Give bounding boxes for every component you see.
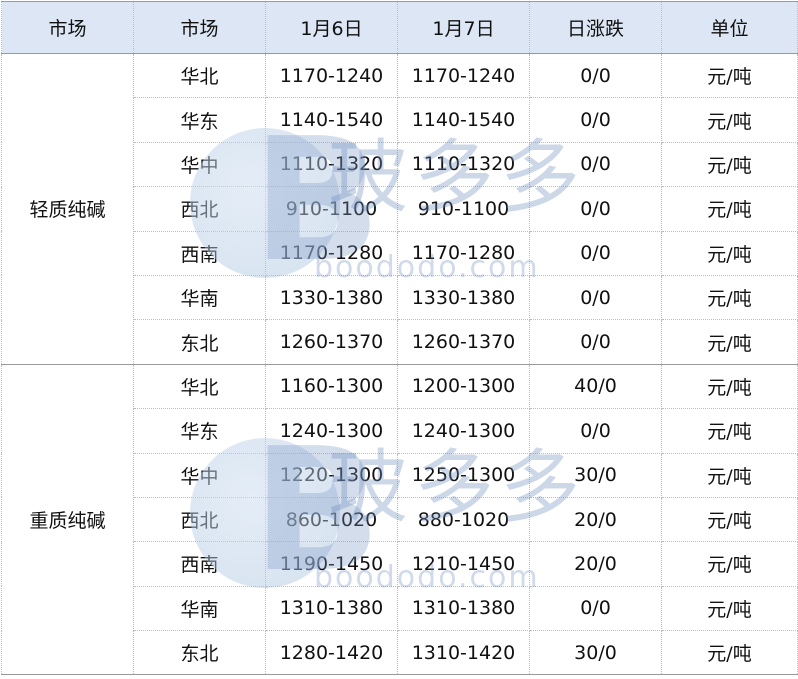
price-jan6-cell: 1260-1370 — [265, 319, 398, 365]
price-jan7-cell: 1250-1300 — [397, 452, 530, 498]
price-jan7-cell: 1310-1420 — [397, 630, 530, 676]
price-jan7-cell: 1110-1320 — [397, 141, 530, 188]
price-table: 市场 市场 1月6日 1月7日 日涨跌 单位 轻质纯碱 华北 1170-1240… — [1, 1, 798, 676]
price-jan6-cell: 1110-1320 — [265, 141, 398, 188]
price-jan6-cell: 860-1020 — [265, 496, 398, 543]
unit-cell: 元/吨 — [661, 230, 798, 276]
unit-cell: 元/吨 — [661, 97, 798, 143]
region-cell: 西南 — [133, 541, 266, 587]
region-cell: 西北 — [133, 496, 266, 543]
price-jan6-cell: 1140-1540 — [265, 97, 398, 143]
header-market-region: 市场 — [133, 1, 266, 54]
unit-cell: 元/吨 — [661, 585, 798, 632]
region-cell: 东北 — [133, 319, 266, 365]
region-cell: 华中 — [133, 141, 266, 188]
unit-cell: 元/吨 — [661, 52, 798, 99]
price-jan7-cell: 1170-1280 — [397, 230, 530, 276]
price-jan7-cell: 880-1020 — [397, 496, 530, 543]
unit-cell: 元/吨 — [661, 630, 798, 676]
price-jan7-cell: 910-1100 — [397, 186, 530, 232]
change-cell: 0/0 — [529, 230, 662, 276]
region-cell: 西南 — [133, 230, 266, 276]
change-cell: 40/0 — [529, 363, 662, 410]
price-jan6-cell: 1330-1380 — [265, 274, 398, 321]
region-cell: 华南 — [133, 274, 266, 321]
change-cell: 20/0 — [529, 496, 662, 543]
change-cell: 0/0 — [529, 319, 662, 365]
change-cell: 0/0 — [529, 141, 662, 188]
change-cell: 0/0 — [529, 186, 662, 232]
change-cell: 0/0 — [529, 274, 662, 321]
price-jan7-cell: 1310-1380 — [397, 585, 530, 632]
price-jan7-cell: 1330-1380 — [397, 274, 530, 321]
unit-cell: 元/吨 — [661, 186, 798, 232]
region-cell: 华中 — [133, 452, 266, 498]
price-jan6-cell: 1160-1300 — [265, 363, 398, 410]
region-cell: 华北 — [133, 52, 266, 99]
region-cell: 西北 — [133, 186, 266, 232]
region-cell: 华东 — [133, 408, 266, 454]
change-cell: 0/0 — [529, 585, 662, 632]
change-cell: 30/0 — [529, 630, 662, 676]
unit-cell: 元/吨 — [661, 141, 798, 188]
price-jan6-cell: 1170-1240 — [265, 52, 398, 99]
price-jan7-cell: 1210-1450 — [397, 541, 530, 587]
region-cell: 华南 — [133, 585, 266, 632]
header-date-jan6: 1月6日 — [265, 1, 398, 54]
price-jan6-cell: 1190-1450 — [265, 541, 398, 587]
change-cell: 30/0 — [529, 452, 662, 498]
unit-cell: 元/吨 — [661, 541, 798, 587]
price-jan6-cell: 1310-1380 — [265, 585, 398, 632]
price-jan6-cell: 1280-1420 — [265, 630, 398, 676]
header-date-jan7: 1月7日 — [397, 1, 530, 54]
change-cell: 20/0 — [529, 541, 662, 587]
unit-cell: 元/吨 — [661, 319, 798, 365]
price-jan6-cell: 1170-1280 — [265, 230, 398, 276]
price-jan6-cell: 910-1100 — [265, 186, 398, 232]
unit-cell: 元/吨 — [661, 408, 798, 454]
change-cell: 0/0 — [529, 52, 662, 99]
header-market-group: 市场 — [1, 1, 134, 54]
unit-cell: 元/吨 — [661, 274, 798, 321]
change-cell: 0/0 — [529, 97, 662, 143]
header-daily-change: 日涨跌 — [529, 1, 662, 54]
price-jan7-cell: 1240-1300 — [397, 408, 530, 454]
unit-cell: 元/吨 — [661, 452, 798, 498]
change-cell: 0/0 — [529, 408, 662, 454]
price-jan7-cell: 1170-1240 — [397, 52, 530, 99]
unit-cell: 元/吨 — [661, 363, 798, 410]
region-cell: 华东 — [133, 97, 266, 143]
header-row: 市场 市场 1月6日 1月7日 日涨跌 单位 — [1, 1, 798, 54]
header-unit: 单位 — [661, 1, 798, 54]
table-row: 重质纯碱 华北 1160-1300 1200-1300 40/0 元/吨 — [1, 363, 798, 676]
price-jan6-cell: 1240-1300 — [265, 408, 398, 454]
table-row: 轻质纯碱 华北 1170-1240 1170-1240 0/0 元/吨 — [1, 52, 798, 365]
group-name-light-soda-ash: 轻质纯碱 — [1, 53, 134, 365]
price-jan7-cell: 1260-1370 — [397, 319, 530, 365]
price-jan7-cell: 1140-1540 — [397, 97, 530, 143]
region-cell: 东北 — [133, 630, 266, 676]
price-jan6-cell: 1220-1300 — [265, 452, 398, 498]
region-cell: 华北 — [133, 363, 266, 410]
group-name-dense-soda-ash: 重质纯碱 — [1, 363, 134, 676]
unit-cell: 元/吨 — [661, 496, 798, 543]
price-jan7-cell: 1200-1300 — [397, 363, 530, 410]
